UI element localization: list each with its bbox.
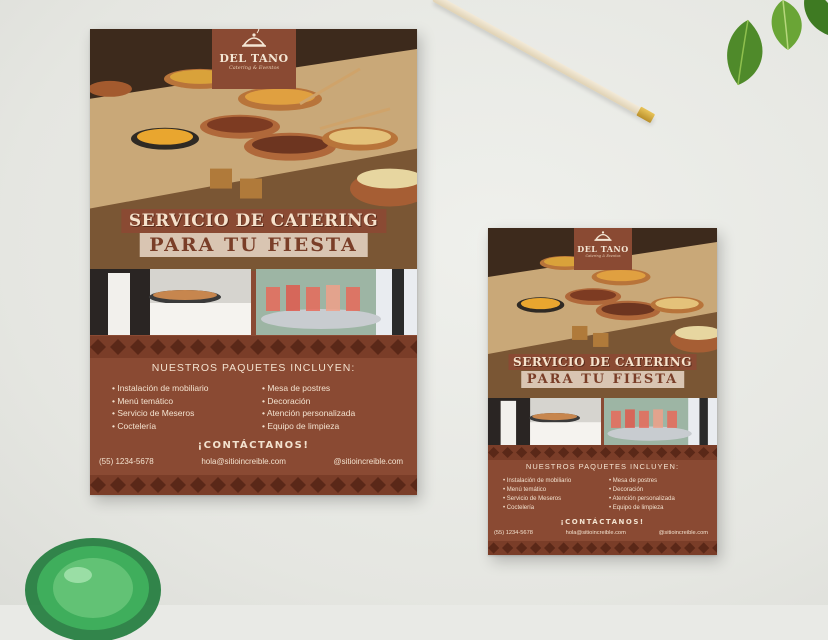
list-item: Equipo de limpieza: [262, 420, 355, 433]
chef-cloche-icon: [242, 29, 266, 47]
list-item: Mesa de postres: [609, 477, 675, 486]
brand-subtitle: Catering & Eventos: [228, 65, 280, 71]
flyer-large: DEL TANO Catering & Eventos SERVICIO DE …: [90, 29, 417, 495]
list-item: Menú temático: [503, 486, 595, 495]
packages-title: NUESTROS PAQUETES INCLUYEN:: [525, 462, 680, 471]
brand-logo: DEL TANO Catering & Eventos: [574, 228, 632, 270]
plant-leaves-prop: [727, 0, 828, 86]
title-line-2: PARA TU FIESTA: [139, 233, 368, 257]
flyer-small: DEL TANO Catering & Eventos SERVICIO DE …: [488, 228, 717, 555]
list-item: Coctelería: [503, 504, 595, 513]
list-item: Decoración: [609, 486, 675, 495]
title-line-1: SERVICIO DE CATERING: [508, 354, 697, 370]
list-item: Mesa de postres: [262, 382, 355, 395]
brand-name: DEL TANO: [577, 244, 629, 254]
phone-text: (55) 1234-5678: [494, 530, 533, 536]
packages-section: NUESTROS PAQUETES INCLUYEN: Instalación …: [90, 362, 417, 466]
waiter-appetizers-photo: [488, 398, 601, 445]
social-text: @sitioincreible.com: [658, 530, 708, 536]
list-item: Instalación de mobiliario: [112, 382, 242, 395]
packages-columns: Instalación de mobiliario Menú temático …: [503, 477, 717, 513]
packages-columns: Instalación de mobiliario Menú temático …: [112, 382, 417, 432]
email-text: hola@sitioincreible.com: [565, 530, 626, 536]
packages-list-right: Mesa de postres Decoración Atención pers…: [262, 382, 355, 432]
ornament-border-top: [488, 445, 717, 460]
list-item: Servicio de Meseros: [112, 407, 242, 420]
packages-list-right: Mesa de postres Decoración Atención pers…: [609, 477, 675, 513]
brand-subtitle: Catering & Eventos: [585, 254, 621, 258]
contact-row: (55) 1234-5678 hola@sitioincreible.com @…: [99, 457, 403, 466]
email-text: hola@sitioincreible.com: [201, 457, 286, 466]
list-item: Coctelería: [112, 420, 242, 433]
brand-name: DEL TANO: [219, 52, 289, 65]
contact-title: ¡CONTÁCTANOS!: [197, 440, 310, 451]
title-line-2: PARA TU FIESTA: [520, 371, 685, 388]
chef-cloche-icon: [594, 231, 612, 241]
drinks-tray-photo: [604, 398, 717, 445]
green-glass-prop: [25, 538, 161, 640]
list-item: Menú temático: [112, 395, 242, 408]
contact-row: (55) 1234-5678 hola@sitioincreible.com @…: [494, 530, 708, 536]
list-item: Decoración: [262, 395, 355, 408]
social-text: @sitioincreible.com: [333, 457, 403, 466]
packages-title: NUESTROS PAQUETES INCLUYEN:: [151, 362, 356, 374]
phone-text: (55) 1234-5678: [99, 457, 154, 466]
list-item: Equipo de limpieza: [609, 504, 675, 513]
list-item: Atención personalizada: [262, 407, 355, 420]
packages-list-left: Instalación de mobiliario Menú temático …: [503, 477, 595, 513]
title-line-1: SERVICIO DE CATERING: [120, 209, 387, 233]
ornament-border-bottom: [488, 541, 717, 555]
packages-section: NUESTROS PAQUETES INCLUYEN: Instalación …: [488, 462, 717, 536]
list-item: Instalación de mobiliario: [503, 477, 595, 486]
contact-title: ¡CONTÁCTANOS!: [560, 518, 645, 526]
drinks-tray-photo: [256, 269, 417, 335]
list-item: Atención personalizada: [609, 495, 674, 504]
brand-logo: DEL TANO Catering & Eventos: [212, 29, 296, 89]
list-item: Servicio de Meseros: [503, 495, 595, 504]
waiter-appetizers-photo: [90, 269, 251, 335]
ornament-border-bottom: [90, 475, 417, 495]
packages-list-left: Instalación de mobiliario Menú temático …: [112, 382, 242, 432]
ornament-border-top: [90, 336, 417, 358]
